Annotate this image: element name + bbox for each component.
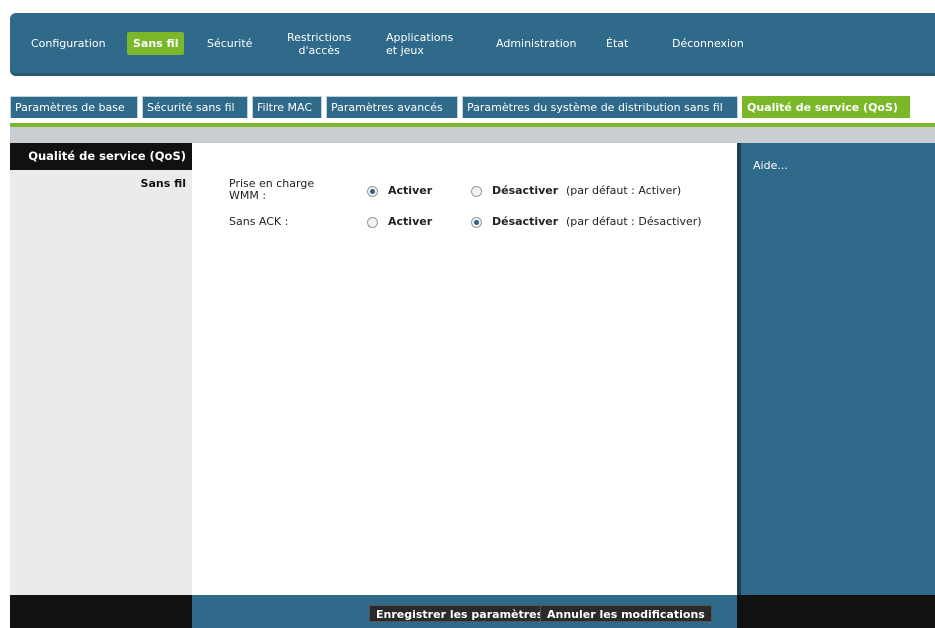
- nav-etat[interactable]: État: [606, 37, 628, 50]
- footer-left: [10, 595, 192, 628]
- noack-enable-radio[interactable]: [367, 217, 378, 228]
- help-link[interactable]: Aide...: [753, 159, 788, 172]
- nav-configuration[interactable]: Configuration: [31, 37, 106, 50]
- tab-securite-sans-fil[interactable]: Sécurité sans fil: [142, 96, 248, 118]
- tab-filtre-mac[interactable]: Filtre MAC: [252, 96, 322, 118]
- nav-sans-fil[interactable]: Sans fil: [127, 32, 185, 55]
- section-title: Qualité de service (QoS): [10, 143, 192, 170]
- tab-parametres-avances[interactable]: Paramètres avancés: [326, 96, 458, 118]
- nav-applications-line1: Applications: [386, 31, 454, 44]
- section-subtitle: Sans fil: [140, 177, 186, 190]
- wmm-enable-label[interactable]: Activer: [388, 184, 432, 197]
- nav-restrictions-line1: Restrictions: [287, 31, 352, 44]
- noack-disable-radio[interactable]: [471, 217, 482, 228]
- noack-label: Sans ACK :: [229, 215, 289, 228]
- wmm-label-line2: WMM :: [229, 189, 267, 202]
- nav-securite[interactable]: Sécurité: [207, 37, 252, 50]
- help-panel: Aide...: [737, 143, 935, 595]
- tab-qos[interactable]: Qualité de service (QoS): [742, 96, 910, 118]
- nav-restrictions-line2: d'accès: [298, 44, 340, 57]
- nav-applications[interactable]: Applications et jeux: [386, 31, 453, 57]
- noack-enable-label[interactable]: Activer: [388, 215, 432, 228]
- tab-systeme-distribution[interactable]: Paramètres du système de distribution sa…: [462, 96, 738, 118]
- sub-tabs: Paramètres de base Sécurité sans fil Fil…: [10, 96, 935, 126]
- footer-right: [737, 595, 935, 628]
- cancel-button[interactable]: Annuler les modifications: [540, 605, 712, 622]
- tab-parametres-de-base[interactable]: Paramètres de base: [10, 96, 138, 118]
- separator-band: [10, 127, 935, 143]
- router-admin-page: Configuration Sans fil Sécurité Restrict…: [0, 0, 935, 628]
- noack-disable-label[interactable]: Désactiver: [492, 215, 558, 228]
- nav-applications-line2: et jeux: [386, 44, 424, 57]
- nav-administration[interactable]: Administration: [496, 37, 577, 50]
- wmm-default-note: (par défaut : Activer): [566, 184, 682, 197]
- nav-deconnexion[interactable]: Déconnexion: [672, 37, 744, 50]
- section-sidebar: Qualité de service (QoS) Sans fil: [10, 143, 192, 595]
- settings-form: Prise en charge WMM : Activer Désactiver…: [192, 143, 737, 595]
- wmm-label: Prise en charge WMM :: [229, 178, 314, 202]
- wmm-disable-label[interactable]: Désactiver: [492, 184, 558, 197]
- nav-restrictions[interactable]: Restrictions d'accès: [287, 31, 351, 57]
- save-button[interactable]: Enregistrer les paramètres: [369, 605, 551, 622]
- main-nav: Configuration Sans fil Sécurité Restrict…: [10, 13, 935, 76]
- wmm-disable-radio[interactable]: [471, 186, 482, 197]
- noack-default-note: (par défaut : Désactiver): [566, 215, 702, 228]
- wmm-enable-radio[interactable]: [367, 186, 378, 197]
